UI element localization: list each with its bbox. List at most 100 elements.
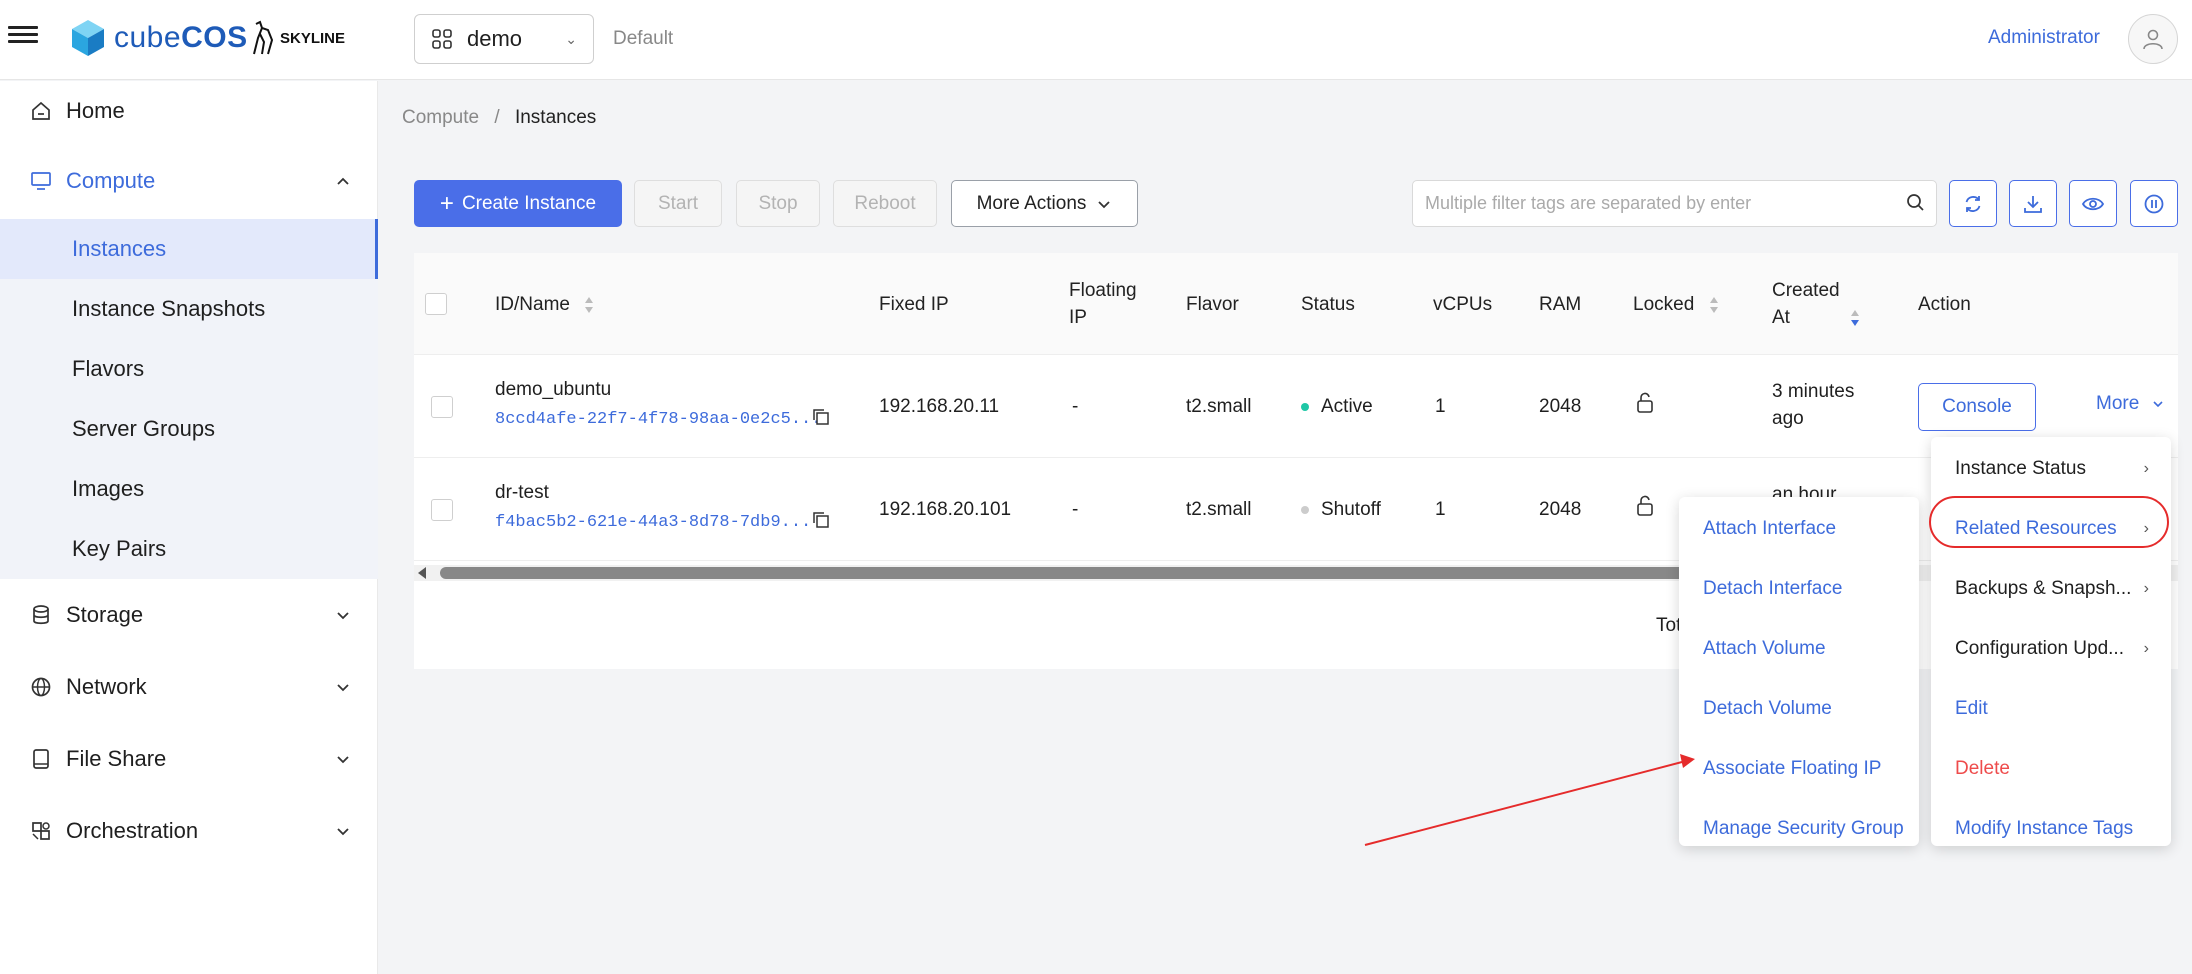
start-button[interactable]: Start <box>634 180 722 227</box>
eye-icon <box>2081 197 2105 210</box>
sidebar-item-compute[interactable]: Compute <box>0 151 378 211</box>
menu-item-related-resources[interactable]: Related Resources › <box>1931 499 2171 559</box>
menu-item-delete[interactable]: Delete <box>1931 739 2171 799</box>
select-all-checkbox[interactable] <box>425 293 447 315</box>
flavor: t2.small <box>1186 396 1252 417</box>
project-selector[interactable]: demo ⌄ <box>414 14 594 64</box>
copy-icon[interactable] <box>812 511 830 529</box>
search-icon[interactable] <box>1906 193 1926 213</box>
sort-icon <box>585 296 594 313</box>
column-header-flavor: Flavor <box>1186 294 1239 315</box>
monitor-icon <box>29 169 53 193</box>
created-at-line2: ago <box>1772 408 1804 429</box>
search-input[interactable] <box>1413 181 1883 226</box>
floating-ip: - <box>1072 499 1079 520</box>
created-header-line2-label: At <box>1772 307 1790 328</box>
column-header-vcpus: vCPUs <box>1433 294 1493 315</box>
menu-item-configuration-update[interactable]: Configuration Upd... › <box>1931 619 2171 679</box>
reboot-button[interactable]: Reboot <box>833 180 937 227</box>
sort-descending-icon <box>1851 309 1860 326</box>
hamburger-menu-icon[interactable] <box>8 22 38 52</box>
status-cell: Active <box>1301 393 1373 420</box>
sidebar-item-instance-snapshots[interactable]: Instance Snapshots <box>0 279 378 339</box>
instance-id-link[interactable]: f4bac5b2-621e-44a3-8d78-7db9... <box>495 509 811 536</box>
floating-ip: - <box>1072 396 1079 417</box>
menu-item-detach-interface[interactable]: Detach Interface <box>1679 559 1919 619</box>
stop-button[interactable]: Stop <box>736 180 820 227</box>
sidebar-item-flavors[interactable]: Flavors <box>0 339 378 399</box>
sidebar-item-storage[interactable]: Storage <box>0 585 378 645</box>
sidebar-item-instances[interactable]: Instances <box>0 219 378 279</box>
table-row: demo_ubuntu 8ccd4afe-22f7-4f78-98aa-0e2c… <box>414 356 2178 458</box>
create-instance-button[interactable]: + Create Instance <box>414 180 622 227</box>
fixed-ip: 192.168.20.11 <box>879 396 1000 417</box>
menu-item-backups-snapshots[interactable]: Backups & Snapsh... › <box>1931 559 2171 619</box>
menu-item-edit[interactable]: Edit <box>1931 679 2171 739</box>
orchestration-icon <box>29 819 53 843</box>
floating-ip-header-line1: Floating <box>1069 280 1137 301</box>
column-header-locked[interactable]: Locked <box>1633 291 1720 318</box>
sidebar-item-label: Storage <box>66 602 144 627</box>
sidebar-item-network[interactable]: Network <box>0 657 378 717</box>
menu-item-attach-volume[interactable]: Attach Volume <box>1679 619 1919 679</box>
sidebar-item-key-pairs[interactable]: Key Pairs <box>0 519 378 579</box>
flavor: t2.small <box>1186 499 1252 520</box>
logo-text-cube: cube <box>114 21 182 54</box>
top-header: cubeCOS SKYLINE demo ⌄ Default Administr… <box>0 0 2192 80</box>
cube-logo-icon <box>72 20 104 56</box>
instance-id-link[interactable]: 8ccd4afe-22f7-4f78-98aa-0e2c5... <box>495 406 821 433</box>
more-actions-button[interactable]: More Actions <box>951 180 1138 227</box>
home-icon <box>29 99 53 123</box>
menu-item-detach-volume[interactable]: Detach Volume <box>1679 679 1919 739</box>
menu-item-modify-instance-tags[interactable]: Modify Instance Tags <box>1931 799 2171 859</box>
unlock-icon[interactable] <box>1636 495 1654 517</box>
cubecos-logo[interactable]: cubeCOS <box>70 18 248 58</box>
sidebar-item-home[interactable]: Home <box>0 81 378 141</box>
sidebar-item-orchestration[interactable]: Orchestration <box>0 801 378 861</box>
chevron-down-icon <box>337 684 349 692</box>
scroll-left-arrow-icon[interactable] <box>418 567 426 579</box>
skyline-logo: SKYLINE <box>250 20 345 56</box>
sidebar-item-server-groups[interactable]: Server Groups <box>0 399 378 459</box>
create-instance-label: Create Instance <box>461 192 597 214</box>
domain-label: Default <box>613 28 674 49</box>
user-avatar[interactable] <box>2128 14 2178 64</box>
download-button[interactable] <box>2009 180 2057 227</box>
more-dropdown-trigger[interactable]: More <box>2096 393 2165 415</box>
created-at: 3 minutes ago <box>1772 378 1854 432</box>
menu-item-associate-floating-ip[interactable]: Associate Floating IP <box>1679 739 1919 799</box>
sidebar: Home Compute Instances Instance Snapshot… <box>0 81 378 974</box>
column-visibility-button[interactable] <box>2069 180 2117 227</box>
related-resources-submenu: Attach Interface Detach Interface Attach… <box>1679 497 1919 846</box>
breadcrumb-compute[interactable]: Compute <box>402 107 479 128</box>
project-grid-icon <box>432 29 452 49</box>
backups-label: Backups & Snapsh... <box>1955 578 2132 599</box>
row-checkbox[interactable] <box>431 396 453 418</box>
chevron-down-icon: ⌄ <box>565 30 577 47</box>
pause-refresh-button[interactable] <box>2130 180 2178 227</box>
sidebar-item-label: Orchestration <box>66 818 199 843</box>
row-checkbox[interactable] <box>431 499 453 521</box>
menu-item-attach-interface[interactable]: Attach Interface <box>1679 499 1919 559</box>
status-dot <box>1301 402 1309 411</box>
chevron-down-icon <box>2153 401 2163 408</box>
sidebar-item-label: Home <box>66 98 125 123</box>
unlock-icon[interactable] <box>1636 392 1654 414</box>
status-cell: Shutoff <box>1301 496 1381 523</box>
menu-item-instance-status[interactable]: Instance Status › <box>1931 439 2171 499</box>
search-filter <box>1412 180 1937 227</box>
scrollbar-thumb[interactable] <box>440 567 1740 579</box>
user-name-link[interactable]: Administrator <box>1988 27 2100 49</box>
sidebar-item-images[interactable]: Images <box>0 459 378 519</box>
console-button[interactable]: Console <box>1918 383 2036 431</box>
sidebar-item-file-share[interactable]: File Share <box>0 729 378 789</box>
table-header: ID/Name Fixed IP Floating IP Flavor Stat… <box>414 253 2178 355</box>
copy-icon[interactable] <box>812 408 830 426</box>
column-header-id-name[interactable]: ID/Name <box>495 291 595 318</box>
refresh-button[interactable] <box>1949 180 1997 227</box>
created-header-line2: At <box>1772 304 1861 331</box>
skyline-logo-text: SKYLINE <box>280 29 346 47</box>
fixed-ip: 192.168.20.101 <box>879 499 1012 520</box>
column-header-created-at[interactable]: Created At <box>1772 277 1861 331</box>
menu-item-manage-security-group[interactable]: Manage Security Group <box>1679 799 1919 859</box>
